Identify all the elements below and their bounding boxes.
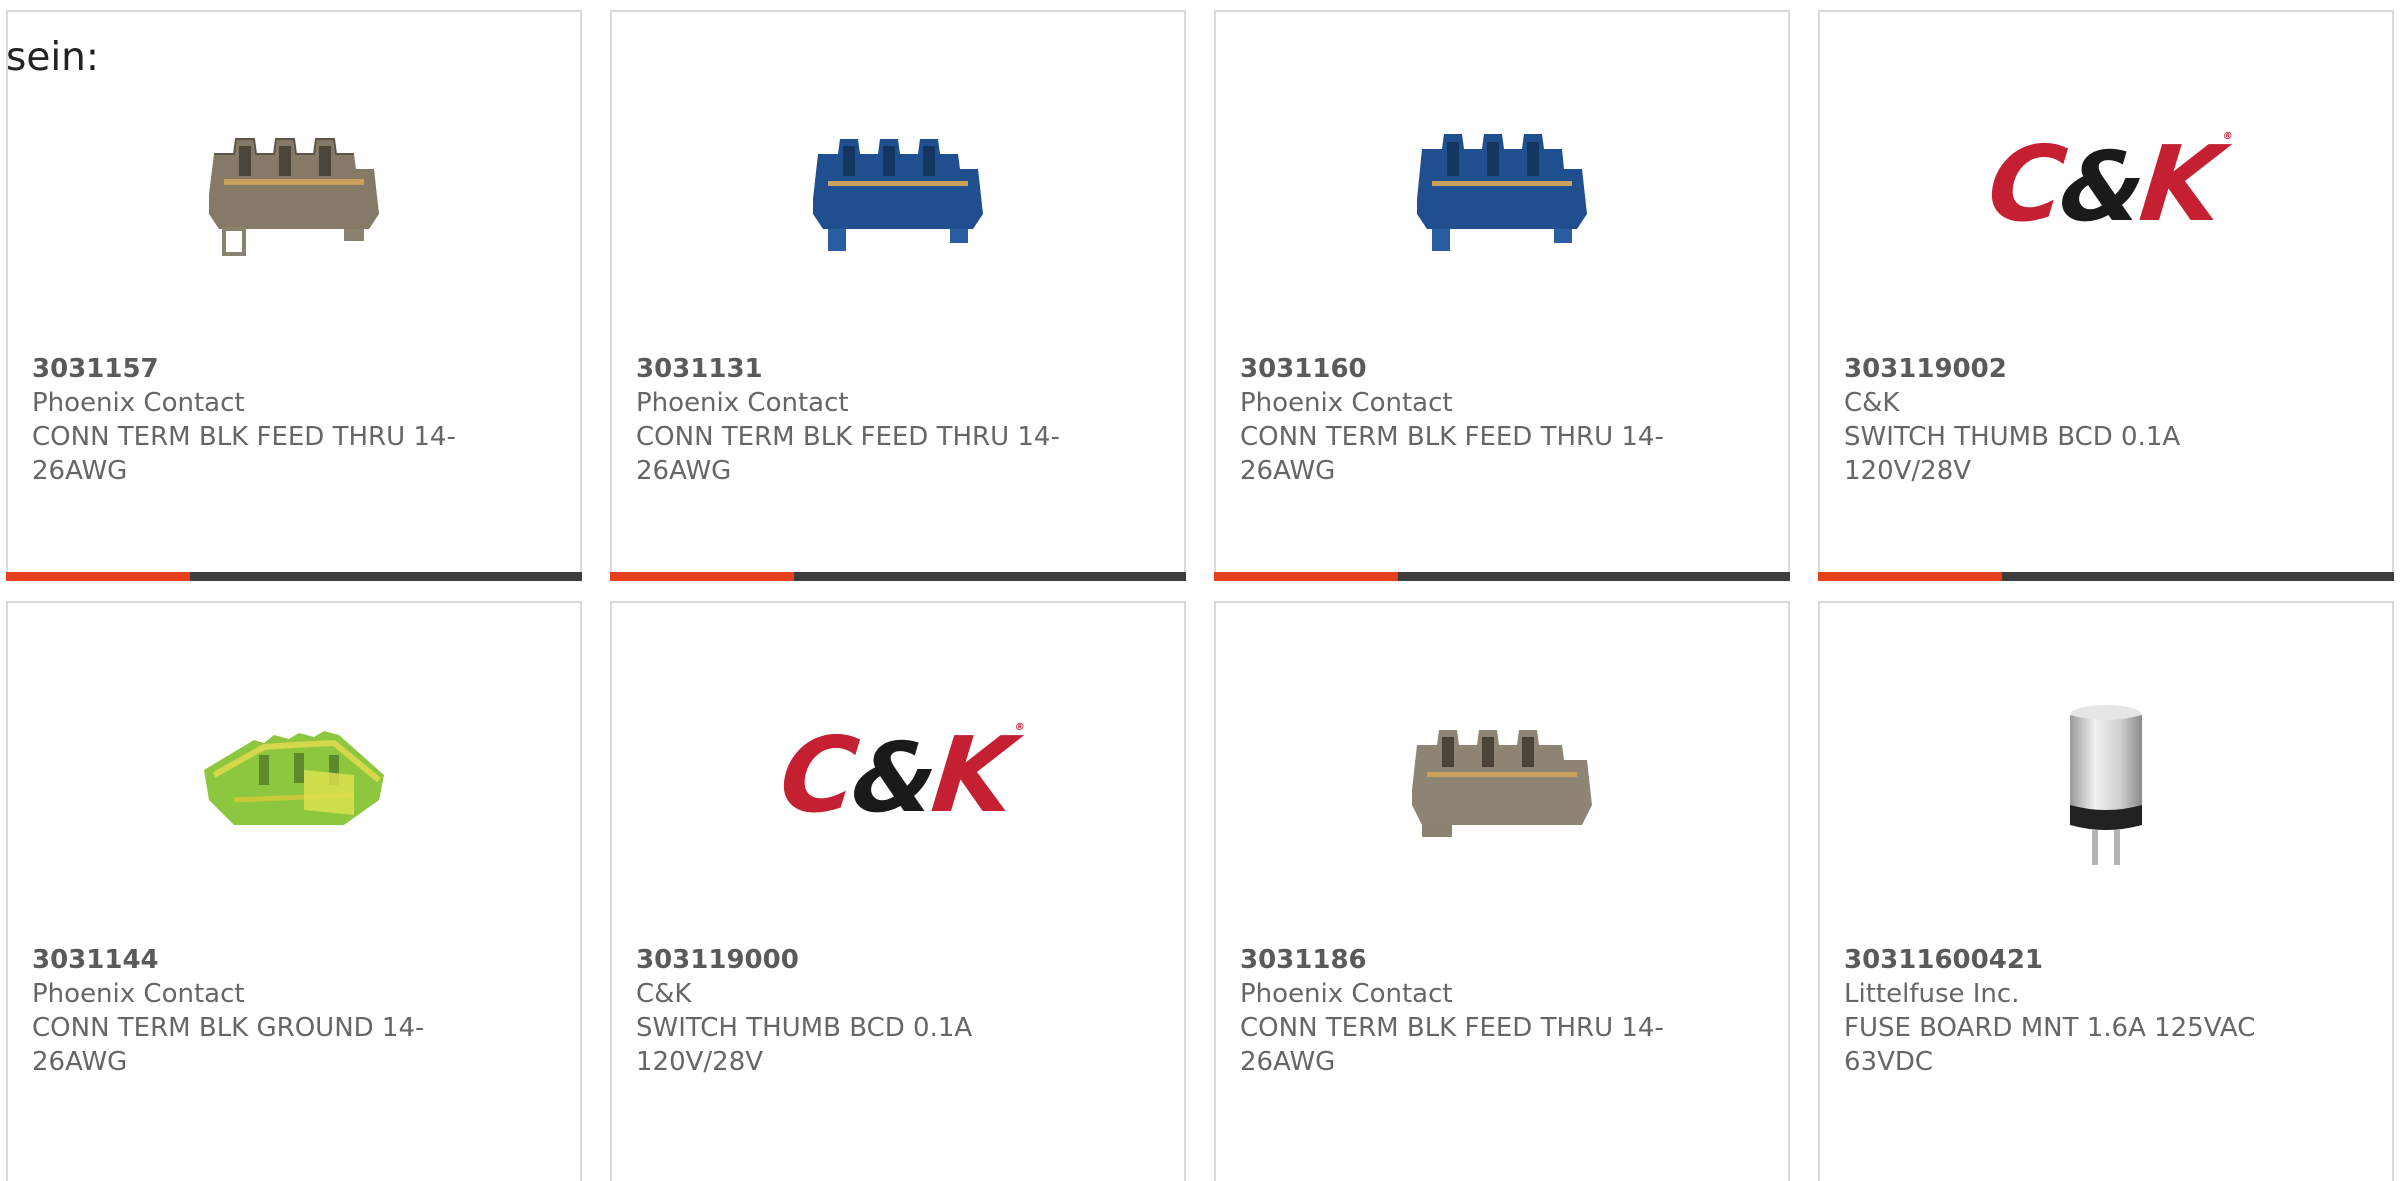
- ck-logo[interactable]: C&K®: [774, 675, 1021, 875]
- manufacturer: Phoenix Contact: [1240, 979, 1453, 1009]
- description: SWITCH THUMB BCD 0.1A 120V/28V: [636, 1013, 973, 1077]
- manufacturer: Phoenix Contact: [636, 388, 849, 418]
- card-bar: [610, 572, 1186, 581]
- description: SWITCH THUMB BCD 0.1A 120V/28V: [1844, 422, 2181, 486]
- ck-logo-text: C&K®: [1982, 123, 2229, 245]
- intro-text: sein:: [6, 35, 100, 80]
- product-card[interactable]: C&K® 303119000 C&K SWITCH THUMB BCD 0.1A…: [610, 601, 1186, 1181]
- card-bar: [1214, 572, 1790, 581]
- product-card[interactable]: 3031144 Phoenix Contact CONN TERM BLK GR…: [6, 601, 582, 1181]
- manufacturer: Phoenix Contact: [32, 388, 245, 418]
- card-bar-accent: [6, 572, 190, 581]
- manufacturer: Phoenix Contact: [32, 979, 245, 1009]
- part-number[interactable]: 3031144: [32, 943, 532, 977]
- manufacturer: C&K: [1844, 388, 1900, 418]
- product-card[interactable]: C&K® 303119002 C&K SWITCH THUMB BCD 0.1A…: [1818, 10, 2394, 581]
- part-number[interactable]: 3031160: [1240, 352, 1740, 386]
- card-bar: [6, 572, 582, 581]
- terminal-block-gray-icon[interactable]: [194, 84, 394, 284]
- product-card[interactable]: 3031160 Phoenix Contact CONN TERM BLK FE…: [1214, 10, 1790, 581]
- ck-logo[interactable]: C&K®: [1982, 84, 2229, 284]
- product-grid: 3031157 Phoenix Contact CONN TERM BLK FE…: [6, 10, 2400, 1181]
- part-number[interactable]: 3031131: [636, 352, 1136, 386]
- fuse-icon[interactable]: [2006, 675, 2206, 875]
- terminal-block-gray-icon[interactable]: [1402, 675, 1602, 875]
- card-bar-accent: [1214, 572, 1398, 581]
- card-bar-accent: [610, 572, 794, 581]
- part-number[interactable]: 303119000: [636, 943, 1136, 977]
- terminal-block-green-yellow-icon[interactable]: [194, 675, 394, 875]
- description: CONN TERM BLK FEED THRU 14-26AWG: [1240, 422, 1664, 486]
- description: CONN TERM BLK GROUND 14-26AWG: [32, 1013, 425, 1077]
- description: CONN TERM BLK FEED THRU 14-26AWG: [32, 422, 456, 486]
- description: CONN TERM BLK FEED THRU 14-26AWG: [1240, 1013, 1664, 1077]
- card-bar-accent: [1818, 572, 2002, 581]
- ck-logo-text: C&K®: [774, 714, 1021, 836]
- terminal-block-blue-icon[interactable]: [798, 84, 998, 284]
- part-number[interactable]: 3031157: [32, 352, 532, 386]
- description: CONN TERM BLK FEED THRU 14-26AWG: [636, 422, 1060, 486]
- terminal-block-blue-icon[interactable]: [1402, 84, 1602, 284]
- manufacturer: Littelfuse Inc.: [1844, 979, 2020, 1009]
- part-number[interactable]: 3031186: [1240, 943, 1740, 977]
- description: FUSE BOARD MNT 1.6A 125VAC 63VDC: [1844, 1013, 2256, 1077]
- product-card[interactable]: 3031157 Phoenix Contact CONN TERM BLK FE…: [6, 10, 582, 581]
- part-number[interactable]: 30311600421: [1844, 943, 2344, 977]
- product-card[interactable]: 3031186 Phoenix Contact CONN TERM BLK FE…: [1214, 601, 1790, 1181]
- manufacturer: C&K: [636, 979, 692, 1009]
- product-card[interactable]: 30311600421 Littelfuse Inc. FUSE BOARD M…: [1818, 601, 2394, 1181]
- product-card[interactable]: 3031131 Phoenix Contact CONN TERM BLK FE…: [610, 10, 1186, 581]
- card-bar: [1818, 572, 2394, 581]
- part-number[interactable]: 303119002: [1844, 352, 2344, 386]
- manufacturer: Phoenix Contact: [1240, 388, 1453, 418]
